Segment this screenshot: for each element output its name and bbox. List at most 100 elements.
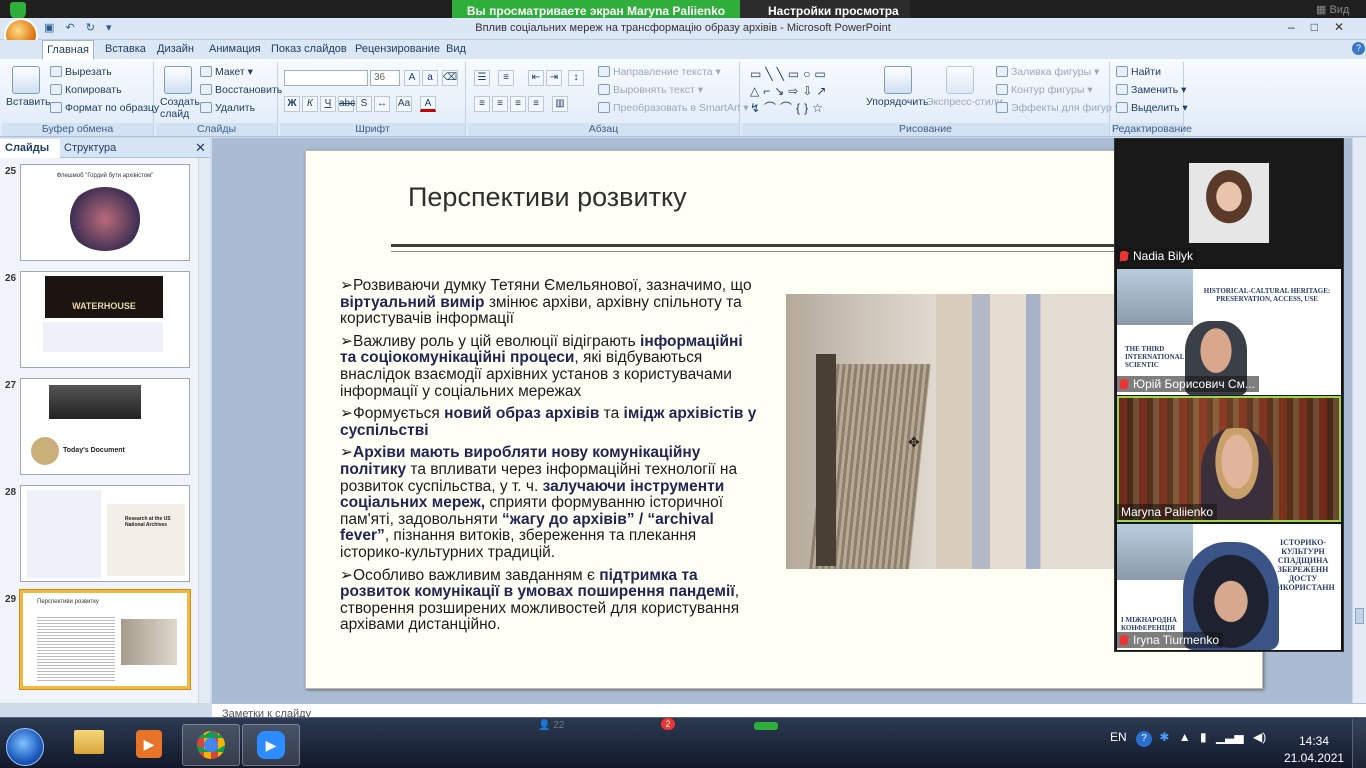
tab-animation[interactable]: Анимация [209, 43, 261, 55]
quick-styles-button[interactable]: Экспресс-стили [926, 96, 1003, 108]
bold-button[interactable]: Ж [284, 96, 300, 112]
slide-number: 26 [5, 273, 17, 284]
help-icon[interactable]: ? [1352, 42, 1365, 55]
slide-thumbnail-28[interactable]: Research at the US National Archives [20, 485, 190, 582]
network-icon[interactable]: ▁▃▅ [1216, 730, 1244, 744]
battery-icon[interactable]: ▮ [1200, 730, 1207, 744]
notes-pane[interactable] [212, 703, 1366, 717]
show-desktop-button[interactable] [1352, 719, 1366, 768]
tab-view[interactable]: Вид [446, 43, 466, 55]
slide-thumbnail-27[interactable]: Today's Document [20, 378, 190, 475]
numbering-button[interactable]: ≡ [498, 70, 514, 86]
zoom-participants-control[interactable]: 👤 22 [538, 720, 564, 731]
replace-button[interactable]: Заменить ▾ [1116, 84, 1186, 96]
maximize-icon[interactable]: □ [1311, 20, 1334, 34]
taskbar-chrome[interactable] [182, 724, 240, 766]
tray-expand-icon[interactable]: ▲ [1179, 730, 1191, 744]
thumbnail-block-left [27, 490, 101, 578]
taskbar-explorer[interactable] [60, 724, 118, 766]
format-painter-label: Формат по образцу [65, 102, 160, 114]
shape-outline-button[interactable]: Контур фигуры ▾ [996, 84, 1093, 96]
slide-thumbnail-26[interactable]: WATERHOUSE [20, 271, 190, 368]
select-button[interactable]: Выделить ▾ [1116, 102, 1188, 114]
help-tray-icon[interactable]: ? [1136, 731, 1153, 747]
font-color-button[interactable]: A [420, 96, 436, 112]
slide-title[interactable]: Перспективи розвитку [408, 182, 687, 213]
align-right-button[interactable]: ≡ [510, 96, 526, 112]
shapes-gallery[interactable]: ▭╲╲▭○▭ △⌐↘⇨⇩↗ ↯⌒⌒{}☆ [750, 66, 860, 118]
justify-button[interactable]: ≡ [528, 96, 544, 112]
clock-date[interactable]: 21.04.2021 [1284, 751, 1344, 765]
slide-thumbnail-29[interactable]: Перспективи розвитку [19, 589, 191, 690]
smartart-button[interactable]: Преобразовать в SmartArt ▾ [598, 102, 749, 114]
align-text-button[interactable]: Выровнять текст ▾ [598, 84, 703, 96]
find-button[interactable]: Найти [1116, 66, 1161, 78]
arrange-button[interactable]: Упорядочить [866, 96, 928, 108]
align-left-button[interactable]: ≡ [474, 96, 490, 112]
font-size-input[interactable]: 36 [370, 70, 400, 86]
text-direction-button[interactable]: Направление текста ▾ [598, 66, 721, 78]
change-case-button[interactable]: Аа [396, 96, 412, 112]
taskbar-zoom[interactable]: ▶ [242, 724, 300, 766]
arrange-icon[interactable] [884, 66, 912, 94]
slide-body-text[interactable]: ➢Розвиваючи думку Тетяни Ємельянової, за… [340, 277, 760, 640]
zoom-view-button[interactable]: ▦ Вид [1316, 3, 1349, 16]
spacing-button[interactable]: ↔ [374, 96, 390, 112]
new-slide-icon[interactable] [164, 66, 192, 94]
tab-design[interactable]: Дизайн [157, 43, 194, 55]
cut-button[interactable]: Вырезать [50, 66, 112, 78]
tab-slides[interactable]: Слайды [0, 139, 60, 158]
format-painter-button[interactable]: Формат по образцу [50, 102, 159, 114]
italic-button[interactable]: К [302, 96, 318, 112]
bluetooth-icon[interactable]: ✱ [1159, 730, 1169, 744]
new-slide-button[interactable]: Создать слайд [160, 96, 200, 120]
clear-format-button[interactable]: ⌫ [442, 70, 458, 86]
shape-fill-label: Заливка фигуры [1011, 66, 1092, 78]
increase-indent-button[interactable]: ⇥ [546, 70, 562, 86]
line-spacing-button[interactable]: ↕ [568, 70, 584, 86]
delete-slide-button[interactable]: Удалить [200, 102, 255, 114]
clock-time[interactable]: 14:34 [1290, 734, 1338, 748]
tab-insert[interactable]: Вставка [105, 43, 146, 55]
underline-button[interactable]: Ч [320, 96, 336, 112]
tab-review[interactable]: Рецензирование [355, 43, 440, 55]
tab-slideshow[interactable]: Показ слайдов [271, 43, 347, 55]
shape-effects-button[interactable]: Эффекты для фигур ▾ [996, 102, 1120, 114]
reset-button[interactable]: Восстановить [200, 84, 282, 96]
strikethrough-button[interactable]: abc [338, 96, 355, 112]
cursor-icon [1116, 102, 1128, 113]
decrease-indent-button[interactable]: ⇤ [528, 70, 544, 86]
slide-photo-books[interactable]: ✥ [786, 294, 1116, 569]
shape-fill-button[interactable]: Заливка фигуры ▾ [996, 66, 1099, 78]
tab-home[interactable]: Главная [42, 40, 94, 60]
zoom-share-control[interactable] [754, 722, 778, 730]
paragraph-group-label: Абзац [468, 123, 739, 136]
tab-outline[interactable]: Структура [64, 142, 116, 154]
grow-font-button[interactable]: A [404, 70, 420, 86]
taskbar-media-player[interactable]: ▶ [120, 724, 178, 766]
panel-scrollbar[interactable] [198, 158, 210, 703]
shadow-button[interactable]: S [356, 96, 372, 112]
paste-button[interactable]: Вставить [6, 96, 51, 108]
editor-scrollbar[interactable] [1352, 138, 1366, 703]
paste-icon[interactable] [12, 66, 40, 94]
close-panel-icon[interactable]: ✕ [195, 140, 206, 156]
bullets-button[interactable]: ☰ [474, 70, 490, 86]
copy-button[interactable]: Копировать [50, 84, 122, 96]
quick-styles-icon[interactable] [946, 66, 974, 94]
volume-icon[interactable]: ◀) [1253, 730, 1266, 744]
align-center-button[interactable]: ≡ [492, 96, 508, 112]
close-icon[interactable]: ✕ [1334, 20, 1360, 34]
thumbnail-caption: Перспективи розвитку [37, 599, 99, 605]
start-button[interactable] [6, 728, 44, 766]
zoom-chat-badge: 2 [661, 718, 675, 730]
drawing-group: ▭╲╲▭○▭ △⌐↘⇨⇩↗ ↯⌒⌒{}☆ Упорядочить Экспресс-… [742, 62, 1120, 136]
minimize-icon[interactable]: – [1288, 20, 1311, 34]
columns-button[interactable]: ▥ [552, 96, 568, 112]
layout-button[interactable]: Макет ▾ [200, 66, 253, 78]
scroll-thumb[interactable] [1355, 608, 1364, 624]
slide-thumbnail-25[interactable]: Флешмоб "Гордий бути архівістом" [20, 164, 190, 261]
language-indicator[interactable]: EN [1110, 730, 1127, 744]
font-name-input[interactable] [284, 70, 368, 86]
shrink-font-button[interactable]: a [422, 70, 438, 86]
